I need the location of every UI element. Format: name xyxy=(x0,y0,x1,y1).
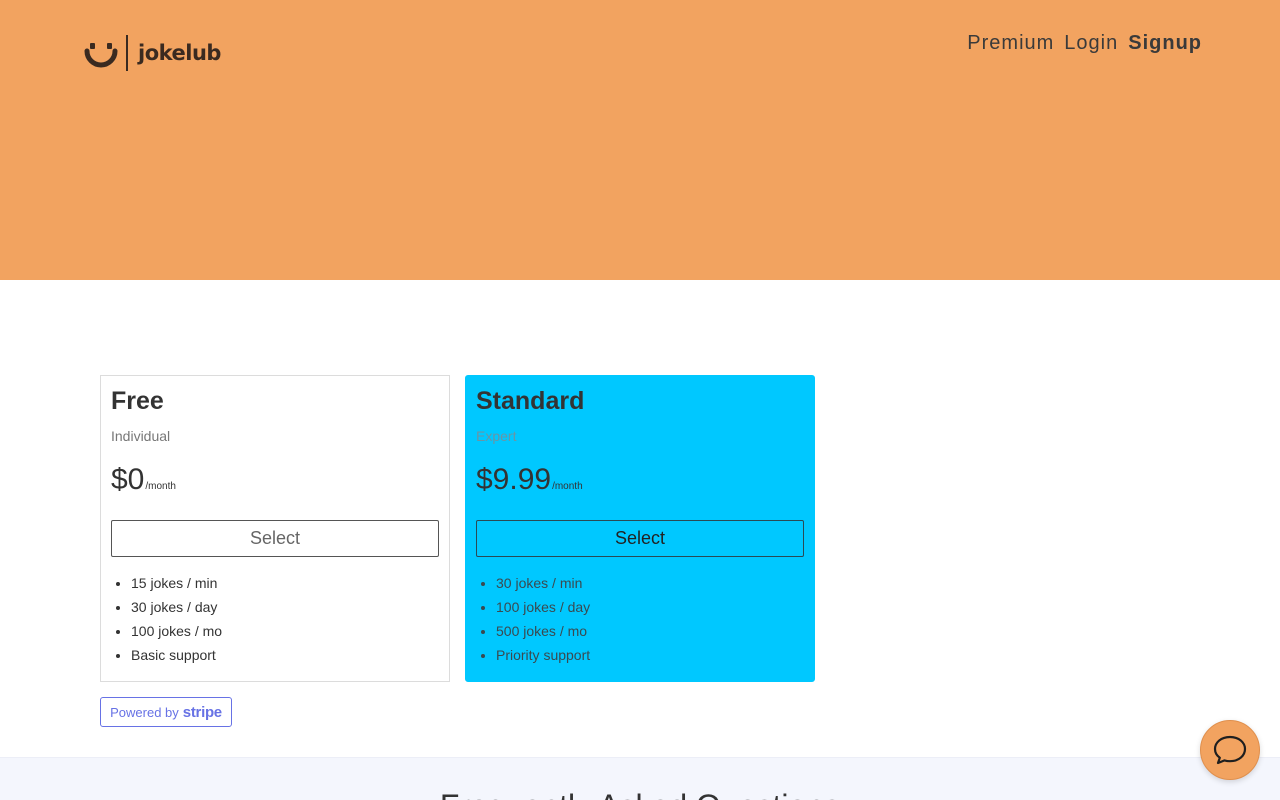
plan-card-free: Free Individual $0 /month Select 15 joke… xyxy=(100,375,450,682)
plan-title: Standard xyxy=(476,387,585,415)
brand-logo[interactable]: jokelub xyxy=(84,34,221,72)
feature-item: Basic support xyxy=(131,643,439,667)
select-standard-button[interactable]: Select xyxy=(476,520,804,557)
nav-premium[interactable]: Premium xyxy=(967,32,1054,55)
powered-by-stripe-badge[interactable]: Powered by stripe xyxy=(100,697,232,727)
nav-login[interactable]: Login xyxy=(1064,32,1118,55)
logo-divider xyxy=(126,35,128,71)
plan-features: 30 jokes / min 100 jokes / day 500 jokes… xyxy=(476,571,804,667)
top-nav: Premium Login Signup xyxy=(967,32,1202,55)
plan-period: /month xyxy=(552,481,583,492)
feature-item: 500 jokes / mo xyxy=(496,619,804,643)
plan-price: $9.99 xyxy=(476,463,552,496)
plan-card-standard: Standard Expert $9.99 /month Select 30 j… xyxy=(465,375,815,682)
faq-section: Frequently Asked Questions xyxy=(0,757,1280,800)
faq-heading: Frequently Asked Questions xyxy=(0,788,1280,800)
plan-period: /month xyxy=(145,481,176,492)
brand-name: jokelub xyxy=(138,41,221,65)
plan-subtitle: Individual xyxy=(111,428,171,444)
plan-title: Free xyxy=(111,387,164,415)
feature-item: 100 jokes / day xyxy=(496,595,804,619)
plan-price-row: $0 /month xyxy=(111,463,439,497)
nav-signup[interactable]: Signup xyxy=(1128,32,1202,55)
plan-subtitle: Expert xyxy=(476,428,517,444)
plan-features: 15 jokes / min 30 jokes / day 100 jokes … xyxy=(111,571,439,667)
hero-header: jokelub Premium Login Signup xyxy=(0,0,1280,280)
feature-item: 30 jokes / day xyxy=(131,595,439,619)
plan-price-row: $9.99 /month xyxy=(476,463,804,497)
select-free-button[interactable]: Select xyxy=(111,520,439,557)
feature-item: 15 jokes / min xyxy=(131,571,439,595)
stripe-logo: stripe xyxy=(182,703,222,721)
stripe-powered-label: Powered by xyxy=(110,704,179,720)
feature-item: 100 jokes / mo xyxy=(131,619,439,643)
feature-item: Priority support xyxy=(496,643,804,667)
chat-launcher-button[interactable] xyxy=(1200,720,1260,780)
chat-bubble-icon xyxy=(1213,735,1247,765)
feature-item: 30 jokes / min xyxy=(496,571,804,595)
plan-price: $0 xyxy=(111,463,145,496)
smile-icon xyxy=(84,43,118,68)
